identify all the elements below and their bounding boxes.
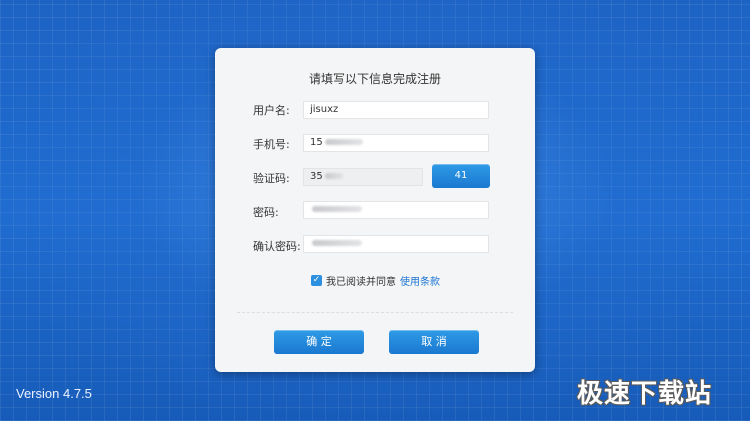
phone-field[interactable]: 15 <box>303 134 489 152</box>
code-value: 35 <box>310 171 323 182</box>
code-label: 验证码: <box>253 172 290 185</box>
masked-text <box>324 173 343 179</box>
terms-link[interactable]: 使用条款 <box>400 273 440 288</box>
confirm-button[interactable]: 确 定 <box>274 330 364 354</box>
version-label: Version 4.7.5 <box>16 386 92 401</box>
get-code-button[interactable]: 41 <box>432 164 490 188</box>
username-field[interactable]: jisuxz <box>303 101 489 119</box>
cancel-button[interactable]: 取 消 <box>389 330 479 354</box>
phone-label: 手机号: <box>253 138 290 151</box>
masked-text <box>324 139 363 145</box>
masked-text <box>312 206 362 212</box>
confirm-password-label: 确认密码: <box>253 240 301 253</box>
password-label: 密码: <box>253 206 279 219</box>
phone-value: 15 <box>310 137 323 148</box>
password-field[interactable] <box>303 201 489 219</box>
username-label: 用户名: <box>253 104 290 117</box>
dialog-title: 请填写以下信息完成注册 <box>308 72 441 86</box>
username-value: jisuxz <box>310 104 339 115</box>
agreement-row: ✓ 我已阅读并同意 使用条款 <box>311 273 440 288</box>
watermark-logo: 极速下载站 <box>577 379 713 409</box>
masked-text <box>312 240 362 246</box>
divider <box>237 312 513 313</box>
agree-checkbox[interactable]: ✓ <box>311 275 322 286</box>
register-dialog: 请填写以下信息完成注册 用户名: jisuxz 手机号: 15 验证码: 35 … <box>215 48 535 372</box>
confirm-password-field[interactable] <box>303 235 489 253</box>
agree-text: 我已阅读并同意 <box>326 277 396 288</box>
verification-code-field[interactable]: 35 <box>303 168 423 186</box>
